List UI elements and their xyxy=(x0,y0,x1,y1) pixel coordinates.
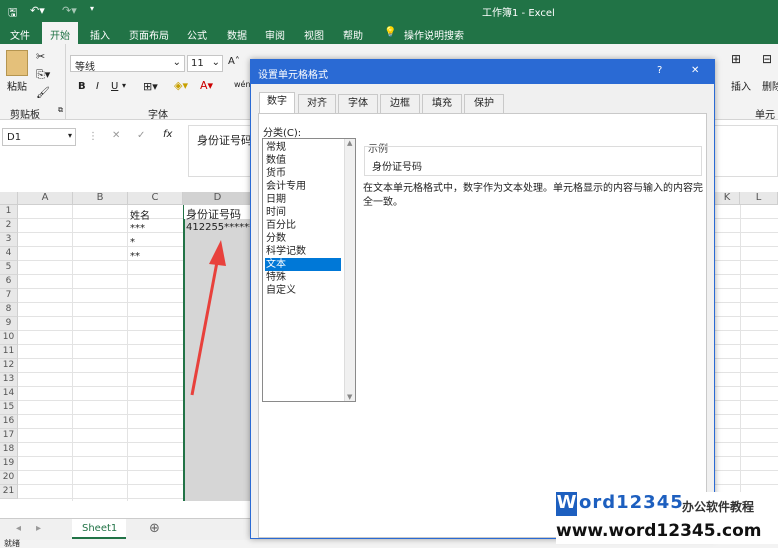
category-item[interactable]: 货币 xyxy=(265,167,341,180)
sample-value: 身份证号码 xyxy=(372,162,422,173)
watermark-brand: ord12345 xyxy=(579,492,684,513)
category-item[interactable]: 时间 xyxy=(265,206,341,219)
category-item[interactable]: 日期 xyxy=(265,193,341,206)
scrollbar[interactable]: ▲ ▼ xyxy=(344,139,355,401)
format-cells-dialog: 设置单元格格式 ? ✕ 数字 对齐 字体 边框 填充 保护 分类(C): 常规数… xyxy=(250,59,715,539)
chevron-up-icon[interactable]: ▲ xyxy=(347,139,352,147)
sample-box: 身份证号码 xyxy=(364,146,702,176)
arrow-line-left xyxy=(190,261,219,396)
category-item[interactable]: 特殊 xyxy=(265,271,341,284)
category-item[interactable]: 自定义 xyxy=(265,284,341,297)
category-item[interactable]: 数值 xyxy=(265,154,341,167)
category-list[interactable]: 常规 数值 货币 会计专用 日期 时间 百分比 分数 科学记数 文本 特殊 自定义 ▲ ▼ xyxy=(262,138,356,402)
category-item[interactable]: 分数 xyxy=(265,232,341,245)
tab-border[interactable]: 边框 xyxy=(380,94,420,113)
help-button[interactable]: ? xyxy=(657,65,662,76)
watermark: W ord12345 办公软件教程 www.word12345.com xyxy=(556,492,778,544)
category-label: 分类(C): xyxy=(263,128,302,139)
tab-alignment[interactable]: 对齐 xyxy=(298,94,336,113)
chevron-down-icon[interactable]: ▼ xyxy=(347,393,352,401)
tab-protection[interactable]: 保护 xyxy=(464,94,504,113)
tab-fill[interactable]: 填充 xyxy=(422,94,462,113)
dialog-title-bar[interactable]: 设置单元格格式 ? ✕ xyxy=(251,60,714,84)
dialog-title: 设置单元格格式 xyxy=(258,70,328,81)
arrow-head-left xyxy=(209,240,226,266)
category-item[interactable]: 科学记数 xyxy=(265,245,341,258)
watermark-tag: 办公软件教程 xyxy=(682,500,755,514)
close-button[interactable]: ✕ xyxy=(691,65,699,76)
tab-number[interactable]: 数字 xyxy=(259,92,295,114)
tab-font[interactable]: 字体 xyxy=(338,94,378,113)
category-item[interactable]: 常规 xyxy=(265,141,341,154)
watermark-url: www.word12345.com xyxy=(556,521,762,541)
format-description: 在文本单元格格式中，数字作为文本处理。单元格显示的内容与输入的内容完全一致。 xyxy=(363,183,703,208)
watermark-logo-w: W xyxy=(556,492,577,516)
category-item[interactable]: 文本 xyxy=(265,258,341,271)
category-item[interactable]: 百分比 xyxy=(265,219,341,232)
category-item[interactable]: 会计专用 xyxy=(265,180,341,193)
